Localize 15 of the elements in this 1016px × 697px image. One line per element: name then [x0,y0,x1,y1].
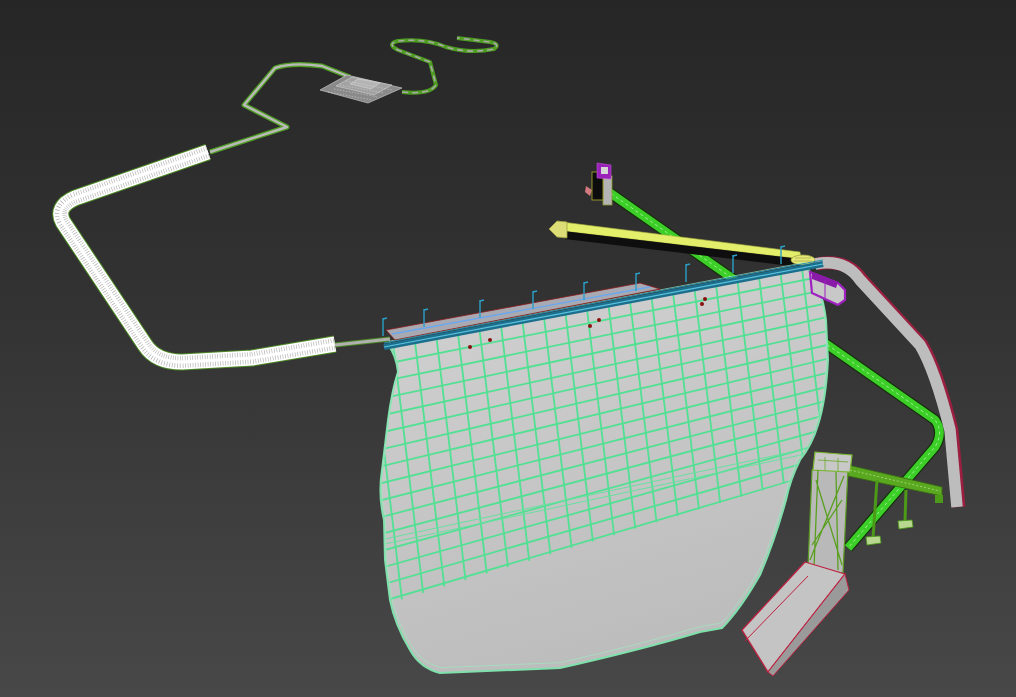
flagpole-icon [382,317,388,337]
marker-icon [597,318,601,322]
flagpole-icon [583,281,589,301]
flagpole-icon [780,245,786,265]
intake-tower [585,162,613,206]
flagpole-icon [685,263,691,283]
marker-icon [488,338,492,342]
flagpole-icon [635,272,641,292]
marker-icon [468,345,472,349]
marker-icon [588,324,592,328]
flagpole-icon [479,299,485,319]
gate-structure [808,270,847,307]
flagpole-icon [532,290,538,310]
flagpole-icon [732,254,738,274]
flagpole-icon [423,308,429,328]
